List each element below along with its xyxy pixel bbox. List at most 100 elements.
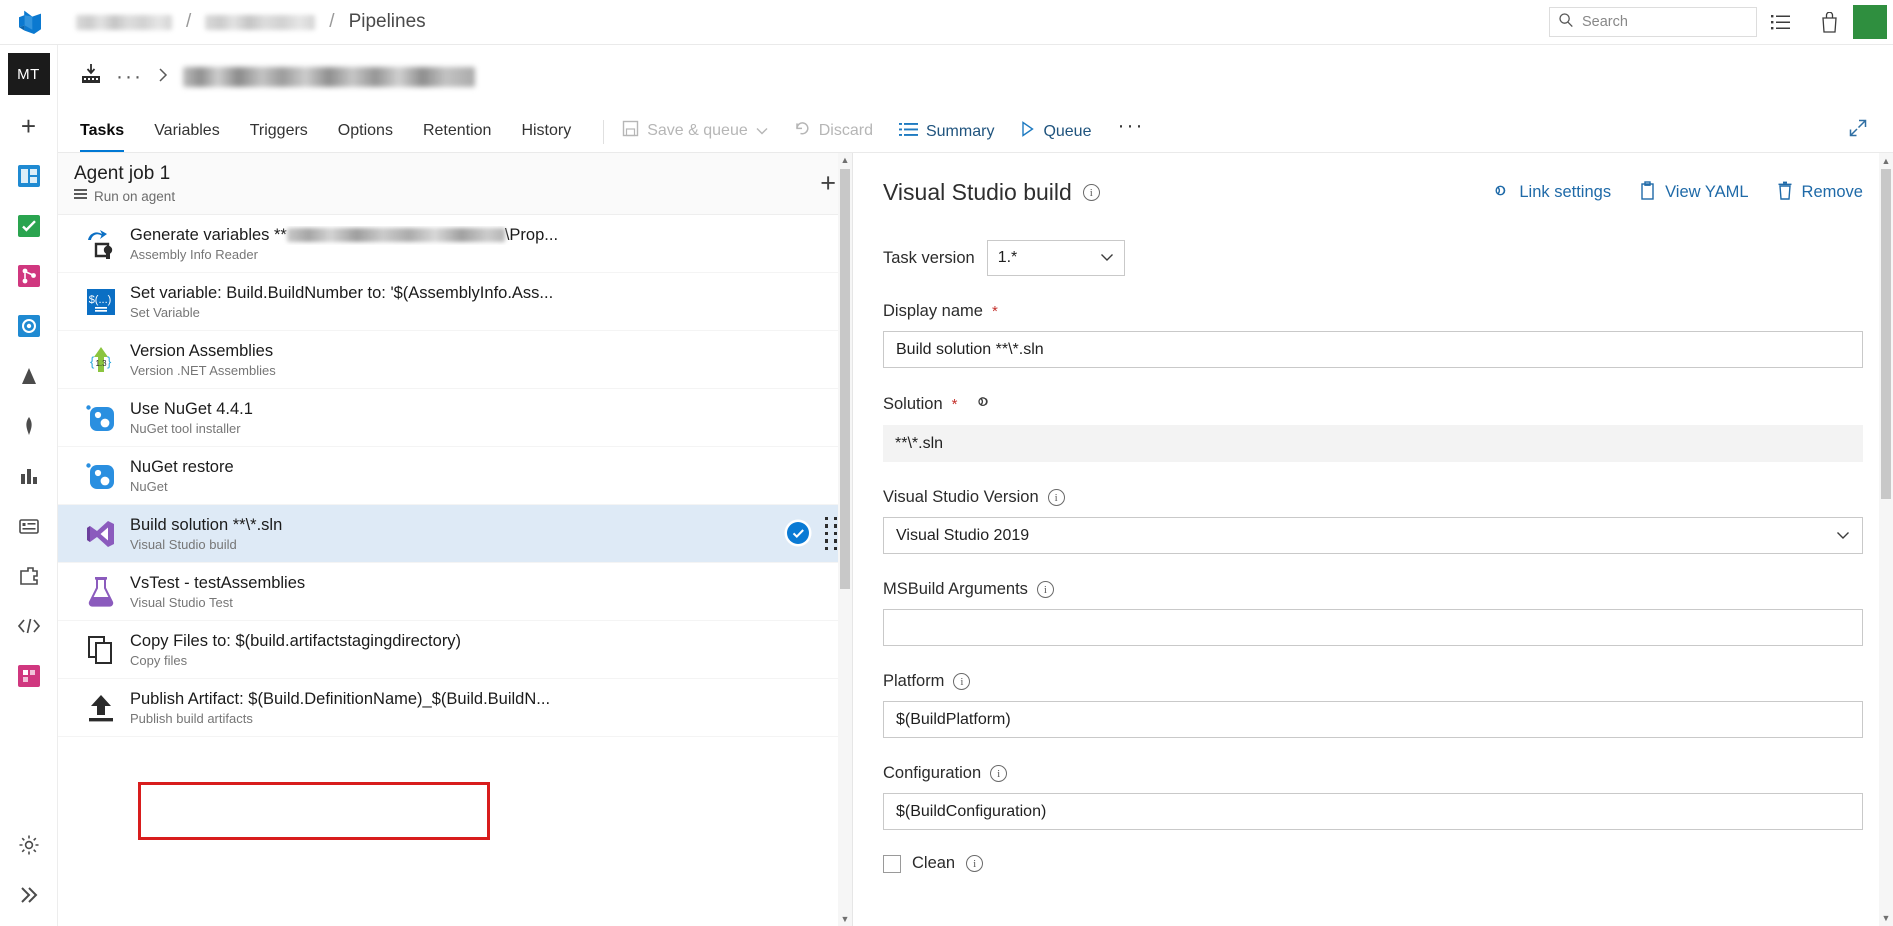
expand-diagonal-icon[interactable]	[1849, 119, 1867, 152]
clean-checkbox[interactable]	[883, 854, 901, 873]
visual-studio-version-label: Visual Studio Version	[883, 488, 1039, 506]
summary-label: Summary	[925, 123, 995, 140]
add-task-button[interactable]: +	[820, 170, 836, 197]
task-row[interactable]: Use NuGet 4.4.1 NuGet tool installer	[58, 389, 852, 447]
task-row[interactable]: { } 1.3 Version Assemblies Version .NET …	[58, 331, 852, 389]
agent-job-texts: Agent job 1 Run on agent	[74, 163, 175, 204]
project-badge[interactable]: MT	[7, 53, 50, 95]
info-icon[interactable]: i	[1082, 184, 1100, 201]
discard-button[interactable]: Discard	[794, 120, 873, 152]
code-icon[interactable]	[0, 601, 58, 651]
task-texts: Set variable: Build.BuildNumber to: '$(A…	[130, 284, 553, 320]
boards-icon[interactable]	[0, 201, 58, 251]
task-row[interactable]: VsTest - testAssemblies Visual Studio Te…	[58, 563, 852, 621]
user-avatar[interactable]	[1853, 5, 1887, 39]
azure-devops-logo[interactable]	[10, 0, 50, 45]
field-solution: Solution * **\*.sln	[883, 394, 1863, 462]
tab-options[interactable]: Options	[338, 122, 393, 152]
build-definition-icon	[80, 63, 102, 90]
breadcrumb-project-redacted[interactable]	[205, 14, 316, 30]
info-icon[interactable]: i	[966, 855, 984, 872]
scroll-down-arrow[interactable]: ▼	[1879, 910, 1893, 926]
expand-rail-icon[interactable]	[0, 870, 58, 920]
drag-handle-icon[interactable]	[825, 517, 838, 550]
tab-tasks[interactable]: Tasks	[80, 122, 125, 152]
task-row[interactable]: NuGet restore NuGet	[58, 447, 852, 505]
dashboards-icon[interactable]	[0, 501, 58, 551]
visual-studio-version-value: Visual Studio 2019	[896, 526, 1030, 544]
test-plans-icon[interactable]	[0, 351, 58, 401]
msbuild-arguments-input[interactable]	[883, 609, 1863, 646]
configuration-value: $(BuildConfiguration)	[896, 802, 1047, 820]
tab-variables[interactable]: Variables	[154, 122, 220, 152]
remove-button[interactable]: Remove	[1777, 181, 1863, 205]
tab-triggers[interactable]: Triggers	[250, 122, 308, 152]
platform-input[interactable]: $(BuildPlatform)	[883, 701, 1863, 738]
breadcrumb-pipelines[interactable]: Pipelines	[349, 11, 426, 33]
body: MT + ··· Tasks Variables Triggers Option…	[0, 45, 1893, 926]
task-name: Generate variables ** \Prop...	[130, 226, 558, 245]
search-input[interactable]	[1582, 14, 1748, 30]
display-name-input[interactable]: Build solution **\*.sln	[883, 331, 1863, 368]
solution-input[interactable]: **\*.sln	[883, 425, 1863, 462]
pipelines-icon[interactable]	[0, 301, 58, 351]
add-icon[interactable]: +	[0, 101, 58, 151]
task-row-build-solution[interactable]: Build solution **\*.sln Visual Studio bu…	[58, 505, 852, 563]
extensions-icon[interactable]	[0, 551, 58, 601]
analytics-icon[interactable]	[0, 451, 58, 501]
task-row[interactable]: Publish Artifact: $(Build.DefinitionName…	[58, 679, 852, 737]
copy-files-icon	[80, 634, 122, 666]
scroll-up-arrow[interactable]: ▲	[838, 153, 852, 167]
tab-history[interactable]: History	[521, 122, 571, 152]
info-icon[interactable]: i	[1036, 581, 1054, 598]
view-yaml-label: View YAML	[1665, 183, 1749, 201]
overview-icon[interactable]	[0, 151, 58, 201]
task-version-select[interactable]: 1.*	[986, 240, 1125, 276]
plugin-icon[interactable]	[0, 651, 58, 701]
settings-gear-icon[interactable]	[0, 820, 58, 870]
pipeline-header: ···	[58, 45, 1893, 90]
breadcrumb-organization-redacted[interactable]	[76, 14, 172, 30]
task-list-scrollbar[interactable]: ▲ ▼	[838, 153, 852, 926]
field-visual-studio-version: Visual Studio Version i Visual Studio 20…	[883, 488, 1863, 554]
details-scrollbar[interactable]: ▲ ▼	[1879, 153, 1893, 926]
svg-text:$(...): $(...)	[89, 294, 112, 306]
more-options-button[interactable]: ···	[1117, 114, 1144, 152]
svg-text:}: }	[107, 354, 112, 369]
save-icon	[622, 120, 639, 142]
scroll-up-arrow[interactable]: ▲	[1879, 153, 1893, 169]
pipeline-title-row: ···	[80, 63, 1893, 90]
scrollbar-thumb[interactable]	[1881, 169, 1891, 499]
visual-studio-version-select[interactable]: Visual Studio 2019	[883, 517, 1863, 554]
task-subtitle: NuGet	[130, 478, 168, 494]
info-icon[interactable]: i	[953, 673, 971, 690]
repos-icon[interactable]	[0, 251, 58, 301]
list-icon[interactable]	[1757, 0, 1805, 45]
link-settings-button[interactable]: Link settings	[1491, 182, 1611, 204]
version-assemblies-icon: { } 1.3	[80, 344, 122, 376]
tab-retention[interactable]: Retention	[423, 122, 492, 152]
briefcase-icon[interactable]	[1805, 0, 1853, 45]
task-row[interactable]: Copy Files to: $(build.artifactstagingdi…	[58, 621, 852, 679]
link-variable-icon[interactable]	[974, 394, 993, 415]
task-row[interactable]: $(...) Set variable: Build.BuildNumber t…	[58, 273, 852, 331]
task-texts: Version Assemblies Version .NET Assembli…	[130, 342, 276, 378]
task-row[interactable]: Generate variables ** \Prop... Assembly I…	[58, 215, 852, 273]
configuration-input[interactable]: $(BuildConfiguration)	[883, 793, 1863, 830]
queue-button[interactable]: Queue	[1020, 121, 1091, 152]
search-box[interactable]	[1549, 7, 1757, 37]
artifacts-icon[interactable]	[0, 401, 58, 451]
summary-button[interactable]: Summary	[898, 122, 995, 152]
scroll-down-arrow[interactable]: ▼	[838, 912, 852, 926]
task-version-label: Task version	[883, 248, 975, 267]
add-glyph: +	[20, 111, 37, 141]
save-and-queue-button[interactable]: Save & queue	[622, 120, 768, 152]
info-icon[interactable]: i	[990, 765, 1008, 782]
field-label: Display name *	[883, 302, 1863, 321]
link-settings-icon	[1491, 182, 1510, 204]
pipeline-breadcrumb-ellipsis[interactable]: ···	[116, 65, 143, 89]
view-yaml-button[interactable]: View YAML	[1639, 180, 1749, 205]
agent-job-header[interactable]: Agent job 1 Run on agent +	[58, 153, 852, 215]
info-icon[interactable]: i	[1047, 489, 1065, 506]
scrollbar-thumb[interactable]	[840, 169, 850, 589]
